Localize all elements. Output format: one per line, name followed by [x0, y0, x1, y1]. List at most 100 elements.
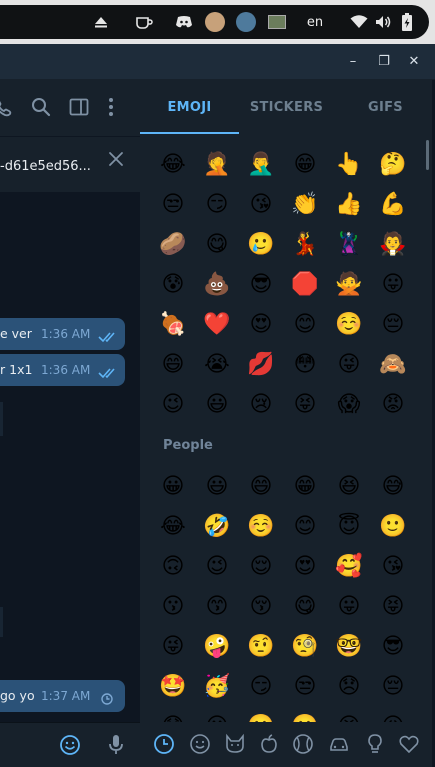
emoji-button-icon[interactable] [59, 734, 81, 760]
emoji-item[interactable]: 🧛 [378, 230, 408, 260]
emoji-item[interactable]: 🧐 [290, 632, 320, 662]
emoji-item[interactable]: 😘 [246, 190, 276, 220]
emoji-item[interactable]: 😉 [158, 390, 188, 420]
emoji-item[interactable]: 🥰 [334, 552, 364, 582]
restore-button[interactable]: ❐ [374, 52, 394, 72]
app-icon-2[interactable] [236, 11, 256, 33]
emoji-item[interactable]: 😒 [290, 672, 320, 702]
emoji-item[interactable]: 😌 [246, 552, 276, 582]
emoji-item[interactable]: 😊 [290, 310, 320, 340]
emoji-item[interactable]: 💩 [202, 270, 232, 300]
emoji-item[interactable]: 😝 [290, 390, 320, 420]
tab-emoji[interactable]: EMOJI [140, 100, 239, 115]
emoji-item[interactable]: 🤨 [246, 632, 276, 662]
emoji-item[interactable]: 😃 [202, 390, 232, 420]
tab-stickers[interactable]: STICKERS [237, 100, 336, 115]
emoji-item[interactable]: 👆 [334, 150, 364, 180]
emoji-item[interactable]: 😊 [290, 512, 320, 542]
emoji-item[interactable]: 🤦 [202, 150, 232, 180]
emoji-item[interactable]: 👏 [290, 190, 320, 220]
emoji-item[interactable]: 😄 [246, 472, 276, 502]
emoji-item[interactable]: 🤓 [334, 632, 364, 662]
emoji-item[interactable]: 😄 [158, 350, 188, 380]
emoji-item[interactable]: 🙂 [378, 512, 408, 542]
emoji-item[interactable]: 😛 [334, 592, 364, 622]
emoji-item[interactable]: 😇 [334, 512, 364, 542]
discord-icon[interactable] [174, 11, 194, 33]
emoji-item[interactable]: 😋 [290, 592, 320, 622]
emoji-item[interactable]: 😎 [246, 270, 276, 300]
recent-icon[interactable] [153, 733, 175, 755]
emoji-item[interactable]: 🙃 [158, 552, 188, 582]
minimize-button[interactable]: – [343, 52, 363, 72]
emoji-item[interactable]: 😳 [290, 350, 320, 380]
emoji-item[interactable]: 💃 [290, 230, 320, 260]
emoji-item[interactable]: 😭 [202, 350, 232, 380]
message-bubble[interactable]: e ver 1:36 AM [0, 318, 125, 350]
emoji-item[interactable]: 😞 [334, 672, 364, 702]
wifi-icon[interactable] [349, 11, 369, 33]
message-list[interactable]: e ver 1:36 AM r 1x1 1:36 AM go yo 1:37 A… [0, 192, 140, 722]
emoji-item[interactable]: 💪 [378, 190, 408, 220]
emoji-grid[interactable]: People 😂 🤦 🤦‍♂️ 😁 👆 🤔 😒 😏 😘 👏 👍 💪 🥔 😋 🥲 💃 🦹 🧛 😰 💩 😎 🛑 🙅 😛 🍖 ❤️ 😍 😊 ☺… [140, 140, 435, 722]
message-bubble[interactable]: r 1x1 1:36 AM [0, 354, 125, 386]
language-indicator[interactable]: en [302, 11, 328, 33]
sports-icon[interactable] [292, 733, 314, 755]
emoji-item[interactable]: 😘 [378, 552, 408, 582]
emoji-item[interactable]: 🥲 [246, 230, 276, 260]
emoji-item[interactable]: 🤩 [158, 672, 188, 702]
emoji-item[interactable]: 😢 [246, 390, 276, 420]
emoji-item[interactable]: 😗 [158, 592, 188, 622]
search-icon[interactable] [30, 96, 52, 118]
emoji-item[interactable]: 💋 [246, 350, 276, 380]
eject-icon[interactable] [93, 11, 109, 33]
emoji-item[interactable]: 🦹 [334, 230, 364, 260]
emoji-item[interactable]: ☺️ [246, 512, 276, 542]
more-menu-icon[interactable] [106, 96, 116, 118]
coffee-icon[interactable] [134, 11, 154, 33]
emoji-item[interactable]: 😣 [334, 712, 364, 722]
microphone-icon[interactable] [106, 733, 126, 761]
emoji-item[interactable]: 😱 [334, 390, 364, 420]
emoji-item[interactable]: ☹️ [290, 712, 320, 722]
emoji-item[interactable]: 🤔 [378, 150, 408, 180]
emoji-item[interactable]: ❤️ [202, 310, 232, 340]
emoji-item[interactable]: 😀 [158, 472, 188, 502]
emoji-item[interactable]: 😜 [158, 632, 188, 662]
emoji-item[interactable]: 😋 [202, 230, 232, 260]
emoji-item[interactable]: 🙁 [246, 712, 276, 722]
emoji-item[interactable]: 😉 [202, 552, 232, 582]
battery-icon[interactable] [399, 11, 415, 33]
emoji-item[interactable]: 😔 [378, 672, 408, 702]
emoji-item[interactable]: 😚 [246, 592, 276, 622]
close-pinned-icon[interactable] [107, 150, 125, 168]
emoji-item[interactable]: 🙅 [334, 270, 364, 300]
emoji-item[interactable]: 🛑 [290, 270, 320, 300]
emoji-item[interactable]: 🤪 [202, 632, 232, 662]
emoji-item[interactable]: 😎 [378, 632, 408, 662]
emoji-item[interactable]: 🥔 [158, 230, 188, 260]
emoji-item[interactable]: 😂 [158, 150, 188, 180]
emoji-item[interactable]: 😏 [202, 190, 232, 220]
emoji-item[interactable]: 😒 [158, 190, 188, 220]
emoji-item[interactable]: 😟 [158, 712, 188, 722]
emoji-item[interactable]: 😖 [378, 712, 408, 722]
emoji-item[interactable]: 😅 [378, 472, 408, 502]
symbols-icon[interactable] [398, 733, 420, 755]
emoji-item[interactable]: 😂 [158, 512, 188, 542]
call-icon[interactable] [0, 96, 14, 118]
emoji-item[interactable]: 😏 [246, 672, 276, 702]
objects-icon[interactable] [364, 733, 386, 755]
emoji-item[interactable]: 😡 [378, 390, 408, 420]
emoji-item[interactable]: 😆 [334, 472, 364, 502]
emoji-item[interactable]: 😔 [378, 310, 408, 340]
close-window-button[interactable]: ✕ [404, 52, 424, 72]
app-icon-3[interactable] [267, 11, 287, 33]
emoji-item[interactable]: 😛 [378, 270, 408, 300]
emoji-item[interactable]: 👍 [334, 190, 364, 220]
emoji-item[interactable]: 🍖 [158, 310, 188, 340]
smiley-icon[interactable] [189, 733, 211, 755]
emoji-item[interactable]: 😕 [202, 712, 232, 722]
emoji-item[interactable]: 😃 [202, 472, 232, 502]
emoji-item[interactable]: 😍 [246, 310, 276, 340]
